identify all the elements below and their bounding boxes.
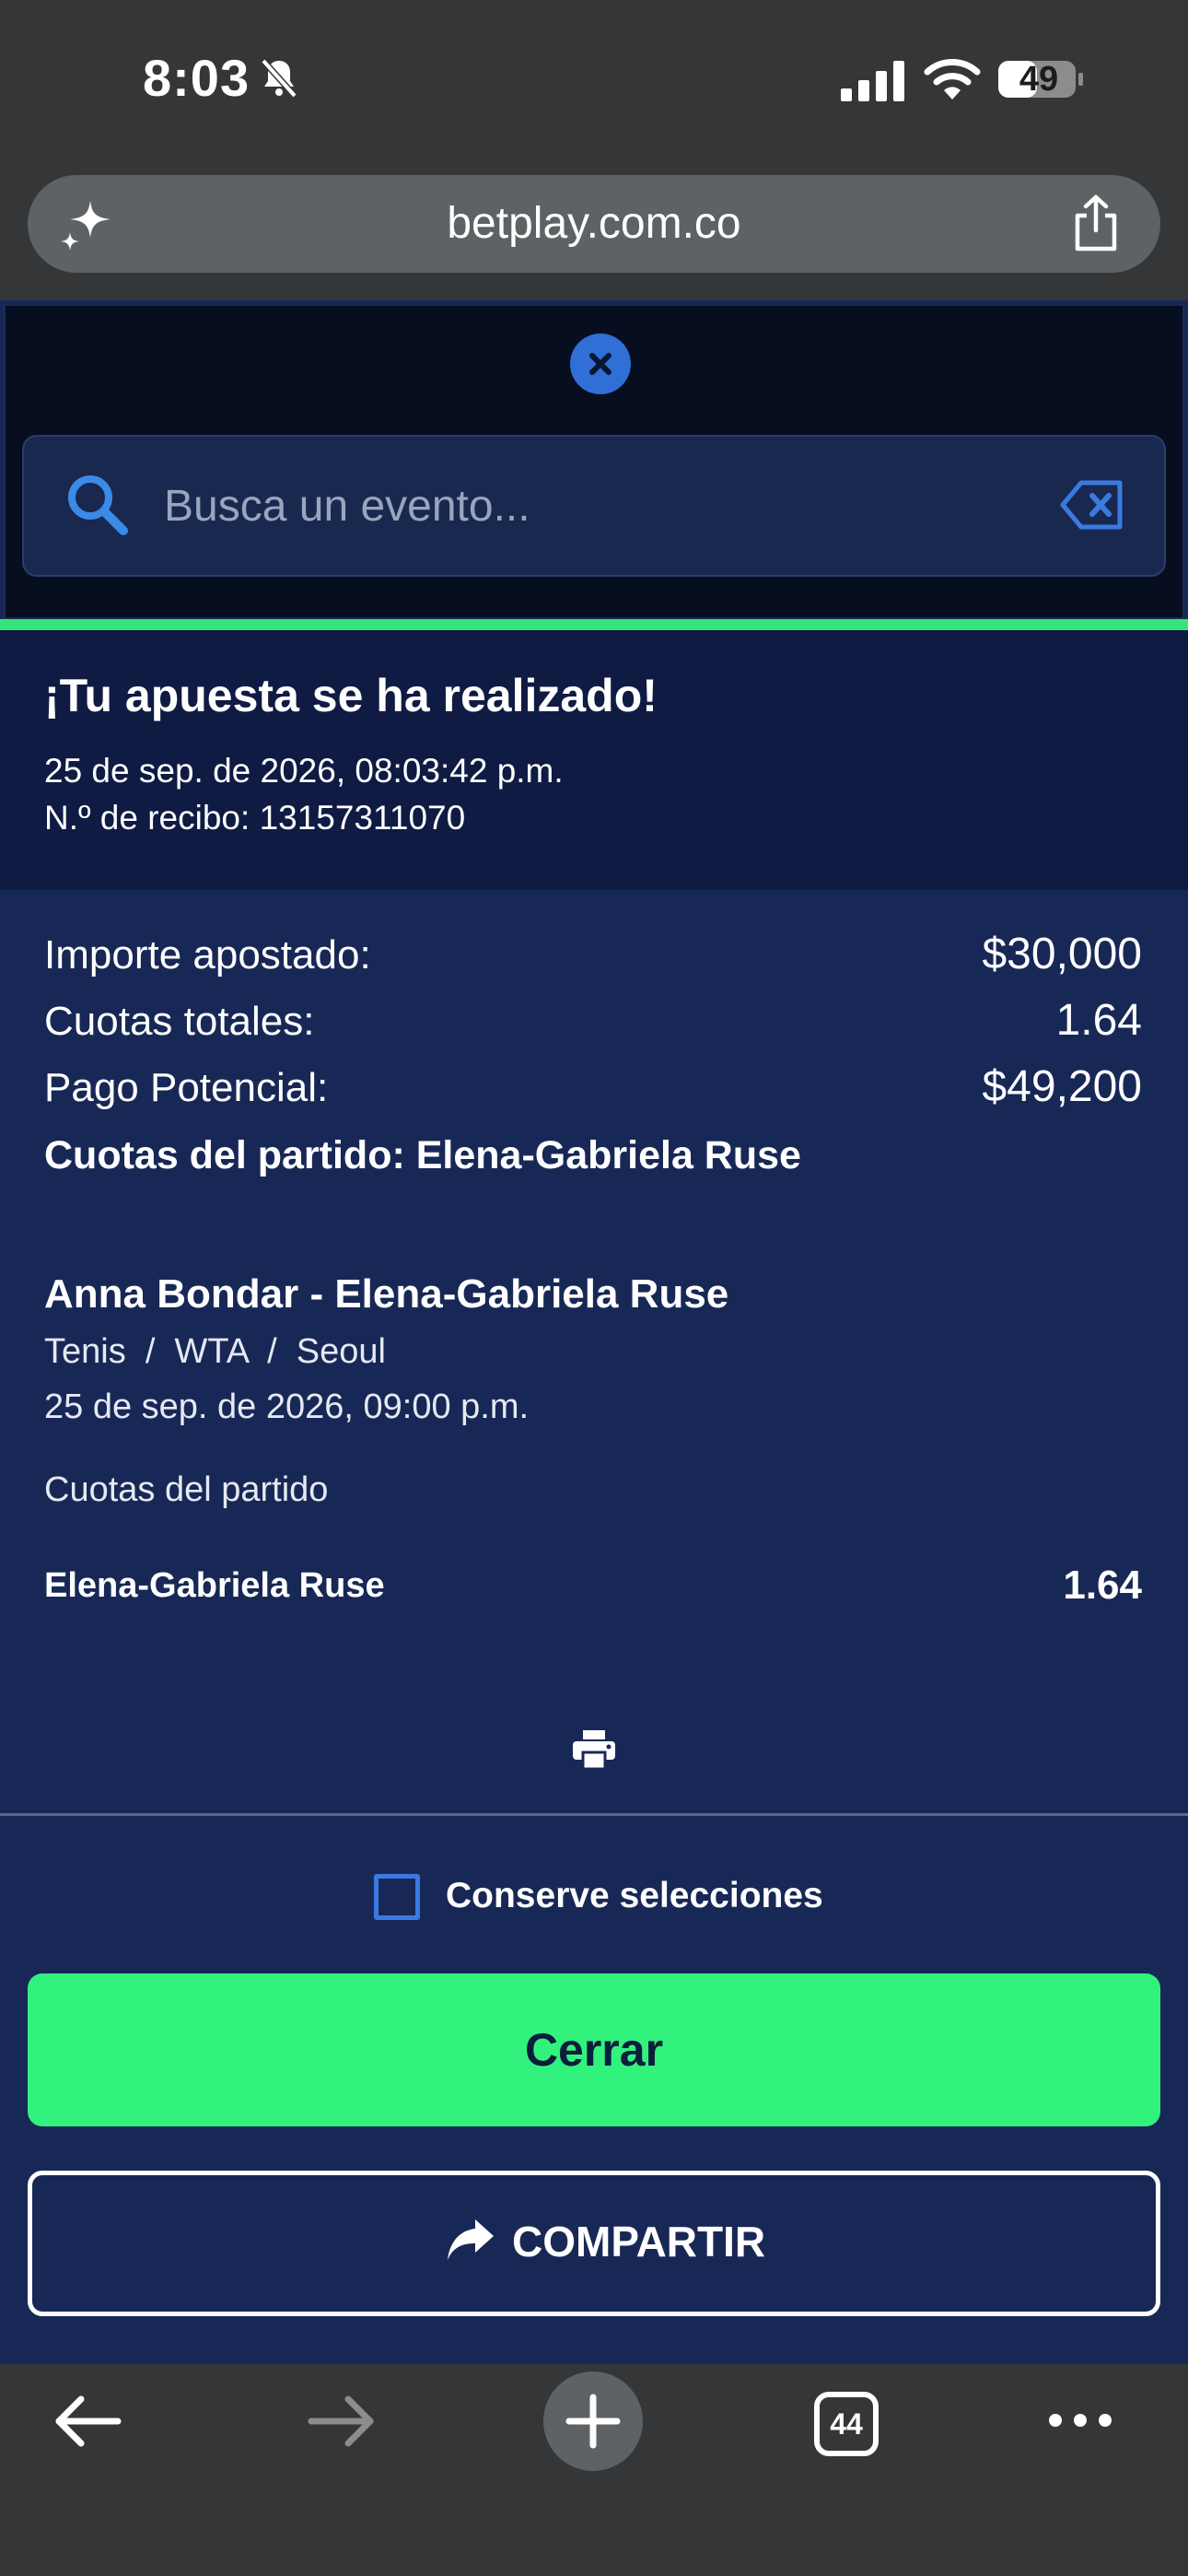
receipt-number: N.º de recibo: 13157311070 [44,799,466,837]
stake-label: Importe apostado: [44,932,371,978]
share-icon[interactable] [1068,193,1124,252]
share-button-label[interactable]: COMPARTIR [512,2217,765,2266]
wifi-icon [924,59,981,100]
confirmation-date: 25 de sep. de 2026, 08:03:42 p.m. [44,752,564,790]
status-time: 8:03 [143,49,250,107]
plus-icon[interactable] [543,2371,643,2471]
event-title: Anna Bondar - Elena-Gabriela Ruse [44,1271,729,1317]
more-icon[interactable] [1046,2406,1114,2434]
market-label: Cuotas del partido [44,1470,329,1509]
keep-selections-label[interactable]: Conserve selecciones [446,1876,823,1916]
divider [0,1813,1188,1816]
bell-slash-icon [261,58,297,99]
search-input[interactable]: Busca un evento... [164,477,809,536]
event-date: 25 de sep. de 2026, 09:00 p.m. [44,1388,530,1426]
close-search-button[interactable] [570,334,631,394]
match-odds-title: Cuotas del partido: Elena-Gabriela Ruse [44,1133,801,1177]
close-icon [589,353,611,375]
print-icon[interactable] [573,1730,615,1769]
payout-value: $49,200 [982,1062,1142,1111]
stake-value: $30,000 [982,930,1142,978]
selection-odds: 1.64 [1063,1563,1142,1608]
payout-label: Pago Potencial: [44,1065,329,1110]
back-icon[interactable] [52,2392,125,2451]
search-icon [68,475,128,535]
event-breadcrumb: Tenis / WTA / Seoul [44,1332,386,1371]
battery-level: 49 [1019,60,1059,99]
close-button-label[interactable]: Cerrar [28,1973,1160,2126]
confirmation-title: ¡Tu apuesta se ha realizado! [44,670,658,721]
success-bar [0,619,1188,630]
selection-name: Elena-Gabriela Ruse [44,1566,385,1605]
share-arrow-icon [448,2219,494,2260]
tabs-count[interactable]: 44 [814,2392,879,2456]
signal-icon [841,61,904,101]
forward-icon[interactable] [304,2392,378,2451]
clear-icon[interactable] [1059,477,1125,533]
keep-selections-checkbox[interactable] [374,1874,420,1920]
url-text[interactable]: betplay.com.co [304,195,884,252]
sparkle-icon[interactable] [57,195,116,254]
total-odds-label: Cuotas totales: [44,999,315,1044]
total-odds-value: 1.64 [1055,996,1142,1045]
